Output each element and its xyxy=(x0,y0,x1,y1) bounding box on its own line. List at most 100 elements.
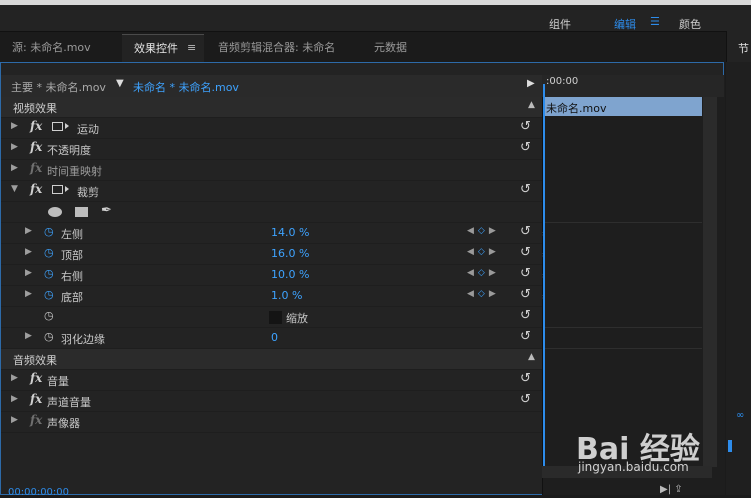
param-value[interactable]: 1.0 % xyxy=(271,289,302,302)
tab-source[interactable]: 源: 未命名.mov xyxy=(12,34,91,62)
stopwatch-icon[interactable]: ◷ xyxy=(44,288,54,301)
track-divider xyxy=(545,327,702,328)
expand-icon[interactable]: ▶ xyxy=(11,373,18,383)
reset-icon[interactable]: ↺ xyxy=(520,140,531,155)
keyframe-nav[interactable]: ◀◇▶ xyxy=(467,226,500,236)
clip-selector-bar: 主要 * 未命名.mov ▼ 未命名 * 未命名.mov ▶ xyxy=(1,75,542,97)
panel-menu-icon[interactable]: ≡ xyxy=(187,34,196,62)
expand-icon[interactable]: ▶ xyxy=(25,268,32,278)
timeline-scrollbar[interactable] xyxy=(703,97,717,467)
panel-tab-bar: 源: 未命名.mov 效果控件 ≡ 音频剪辑混合器: 未命名 元数据 xyxy=(0,34,724,62)
right-panel-playhead xyxy=(728,440,732,452)
effect-row-channel-volume[interactable]: ▶ fx 声道音量 ↺ xyxy=(1,391,542,412)
reset-icon[interactable]: ↺ xyxy=(520,266,531,281)
expand-icon[interactable]: ▶ xyxy=(11,415,18,425)
stopwatch-icon[interactable]: ◷ xyxy=(44,246,54,259)
param-name: 右侧 xyxy=(61,270,83,283)
param-value[interactable]: 16.0 % xyxy=(271,247,309,260)
track-divider xyxy=(545,348,702,349)
workspace-bar: 组件 编辑 ☰ 颜色 xyxy=(0,5,751,32)
ruler-time-label: :00:00 xyxy=(546,76,579,87)
fx-icon[interactable]: fx xyxy=(30,371,42,385)
expand-icon[interactable]: ▶ xyxy=(11,163,18,173)
stopwatch-icon[interactable]: ◷ xyxy=(44,267,54,280)
workspace-color[interactable]: 颜色 xyxy=(679,16,701,32)
crop-param-bottom: ▶ ◷ 底部 1.0 % ◀◇▶ ↺ xyxy=(1,286,542,307)
transform-icon xyxy=(52,122,69,131)
reset-icon[interactable]: ↺ xyxy=(520,182,531,197)
track-divider xyxy=(545,222,702,223)
zoom-checkbox[interactable] xyxy=(269,311,282,324)
reset-icon[interactable]: ↺ xyxy=(520,119,531,134)
pen-mask-icon[interactable]: ✒ xyxy=(101,203,112,218)
crop-param-left: ▶ ◷ 左侧 14.0 % ◀◇▶ ↺ xyxy=(1,223,542,244)
fx-icon[interactable]: fx xyxy=(30,392,42,406)
expand-icon[interactable]: ▶ xyxy=(25,247,32,257)
collapse-up-icon[interactable]: ▲ xyxy=(528,352,535,362)
effect-row-crop[interactable]: ▼ fx 裁剪 ↺ xyxy=(1,181,542,202)
param-value[interactable]: 10.0 % xyxy=(271,268,309,281)
right-panel-tab[interactable]: 节 xyxy=(738,40,749,56)
section-label: 视频效果 xyxy=(13,102,57,115)
param-value[interactable]: 14.0 % xyxy=(271,226,309,239)
stopwatch-icon[interactable]: ◷ xyxy=(44,330,54,343)
footer-controls-icon[interactable]: ▶| ⇪ xyxy=(660,484,683,495)
collapse-icon[interactable]: ▼ xyxy=(11,184,18,194)
param-value[interactable]: 0 xyxy=(271,331,278,344)
section-label: 音频效果 xyxy=(13,354,57,367)
crop-zoom-row: ◷ 缩放 ↺ xyxy=(1,307,542,328)
play-only-icon[interactable]: ▶ xyxy=(527,78,535,89)
fx-icon[interactable]: fx xyxy=(30,119,42,133)
playhead[interactable] xyxy=(543,84,545,466)
reset-icon[interactable]: ↺ xyxy=(520,287,531,302)
param-name: 顶部 xyxy=(61,249,83,262)
sequence-clip-label[interactable]: 未命名 * 未命名.mov xyxy=(133,79,239,95)
mask-tools-row: ✒ xyxy=(1,202,542,223)
expand-icon[interactable]: ▶ xyxy=(11,121,18,131)
keyframe-nav[interactable]: ◀◇▶ xyxy=(467,247,500,257)
expand-icon[interactable]: ▶ xyxy=(25,331,32,341)
param-name: 左侧 xyxy=(61,228,83,241)
watermark-url: jingyan.baidu.com xyxy=(578,460,689,474)
reset-icon[interactable]: ↺ xyxy=(520,371,531,386)
fx-icon[interactable]: fx xyxy=(30,140,42,154)
crop-param-top: ▶ ◷ 顶部 16.0 % ◀◇▶ ↺ xyxy=(1,244,542,265)
effect-row-motion[interactable]: ▶ fx 运动 ↺ xyxy=(1,118,542,139)
ellipse-mask-icon[interactable] xyxy=(48,207,62,217)
workspace-menu-icon[interactable]: ☰ xyxy=(650,15,660,28)
reset-icon[interactable]: ↺ xyxy=(520,224,531,239)
effect-name: 运动 xyxy=(77,123,99,136)
reset-icon[interactable]: ↺ xyxy=(520,245,531,260)
effect-name: 裁剪 xyxy=(77,186,99,199)
workspace-assembly[interactable]: 组件 xyxy=(549,16,571,32)
tab-metadata[interactable]: 元数据 xyxy=(374,34,407,62)
keyframe-nav[interactable]: ◀◇▶ xyxy=(467,289,500,299)
fx-icon: fx xyxy=(30,413,43,427)
transform-icon xyxy=(52,185,69,194)
keyframe-nav[interactable]: ◀◇▶ xyxy=(467,268,500,278)
expand-icon[interactable]: ▶ xyxy=(25,226,32,236)
stopwatch-icon[interactable]: ◷ xyxy=(44,225,54,238)
expand-icon[interactable]: ▶ xyxy=(11,394,18,404)
expand-icon[interactable]: ▶ xyxy=(25,289,32,299)
master-clip-label[interactable]: 主要 * 未命名.mov xyxy=(11,79,106,95)
reset-icon[interactable]: ↺ xyxy=(520,308,531,323)
current-timecode[interactable]: 00:00:00:00 xyxy=(8,487,69,498)
effect-row-panner[interactable]: ▶ fx 声像器 xyxy=(1,412,542,433)
video-effects-header: 视频效果 ▲ xyxy=(1,97,542,118)
dropdown-arrow-icon[interactable]: ▼ xyxy=(116,78,124,89)
expand-icon[interactable]: ▶ xyxy=(11,142,18,152)
effect-row-volume[interactable]: ▶ fx 音量 ↺ xyxy=(1,370,542,391)
link-icon[interactable]: ∞ xyxy=(736,410,744,421)
reset-icon[interactable]: ↺ xyxy=(520,329,531,344)
tab-audio-clip-mixer[interactable]: 音频剪辑混合器: 未命名 xyxy=(218,34,335,62)
workspace-editing[interactable]: 编辑 xyxy=(614,16,636,32)
fx-icon[interactable]: fx xyxy=(30,182,42,196)
crop-param-right: ▶ ◷ 右侧 10.0 % ◀◇▶ ↺ xyxy=(1,265,542,286)
effect-row-opacity[interactable]: ▶ fx 不透明度 ↺ xyxy=(1,139,542,160)
effect-name: 声道音量 xyxy=(47,396,91,409)
effect-row-time-remap[interactable]: ▶ fx 时间重映射 xyxy=(1,160,542,181)
reset-icon[interactable]: ↺ xyxy=(520,392,531,407)
collapse-up-icon[interactable]: ▲ xyxy=(528,100,535,110)
rectangle-mask-icon[interactable] xyxy=(75,207,88,217)
